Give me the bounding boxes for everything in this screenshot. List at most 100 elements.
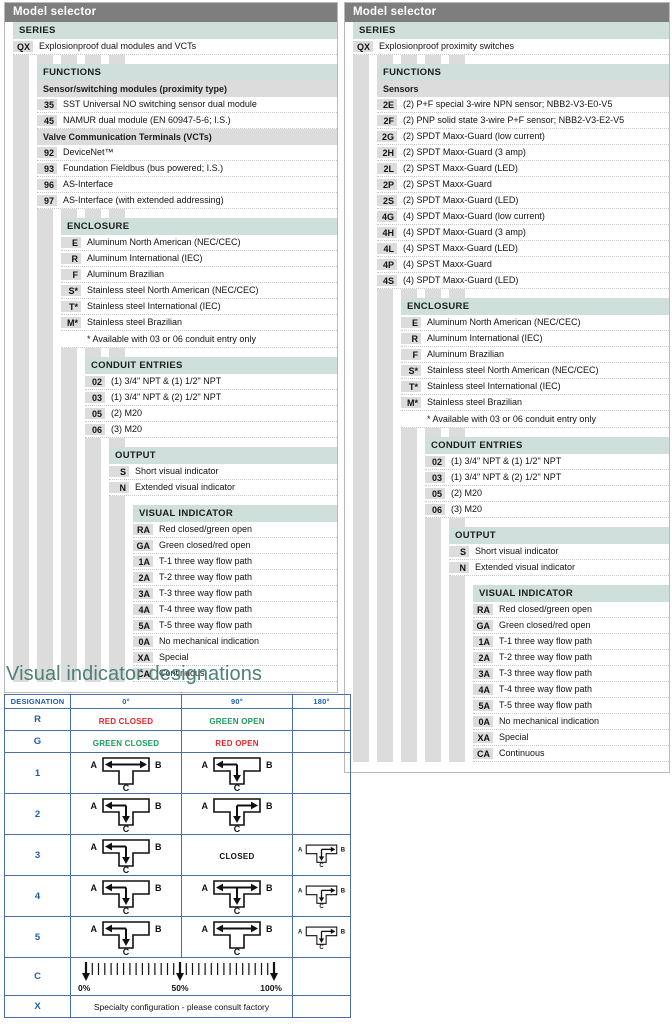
option-code: 4P [377,259,397,270]
designations-body: R RED CLOSED GREEN OPEN G GREEN CLOSED RED OP… [4,708,351,1018]
option-row[interactable]: M* Stainless steel Brazilian [401,395,669,411]
option-row[interactable]: 1A T-1 three way flow path [473,634,669,650]
section-conduit-entries: CONDUIT ENTRIES 02 (1) 3/4" NPT & (1) 1/2"… [425,437,669,518]
option-row[interactable]: 3A T-3 three way flow path [473,666,669,682]
designation-cell: A B C [181,793,293,835]
section-enclosure: ENCLOSURE E Aluminum North American (NEC/C… [61,218,337,348]
group-subheader: Sensor/switching modules (proximity type… [37,81,337,97]
option-row[interactable]: 35 SST Universal NO switching sensor dual… [37,97,337,113]
option-row[interactable]: 02 (1) 3/4" NPT & (1) 1/2" NPT [85,374,337,390]
option-row[interactable]: S* Stainless steel North American (NEC/CE… [401,363,669,379]
option-row[interactable]: E Aluminum North American (NEC/CEC) [401,315,669,331]
option-row[interactable]: 3A T-3 three way flow path [133,586,337,602]
option-row[interactable]: T* Stainless steel International (IEC) [61,299,337,315]
option-row[interactable]: GA Green closed/red open [473,618,669,634]
option-row[interactable]: 2S (2) SPDT Maxx-Guard (LED) [377,193,669,209]
option-row[interactable]: 2G (2) SPDT Maxx-Guard (low current) [377,129,669,145]
option-code: 05 [425,488,445,499]
option-row[interactable]: 05 (2) M20 [425,486,669,502]
section-header-visual-indicator: VISUAL INDICATOR [473,585,669,602]
option-row[interactable]: 03 (1) 3/4" NPT & (2) 1/2" NPT [85,390,337,406]
option-code: 06 [425,504,445,515]
svg-text:A: A [202,883,209,893]
option-row[interactable]: 2L (2) SPST Maxx-Guard (LED) [377,161,669,177]
option-row[interactable]: 4S (4) SPDT Maxx-Guard (LED) [377,273,669,289]
designation-row: X Specialty configuration - please consul… [4,995,351,1018]
option-row[interactable]: 4A T-4 three way flow path [473,682,669,698]
option-row[interactable]: 93 Foundation Fieldbus (bus powered; I.S.… [37,161,337,177]
option-code: T* [401,381,421,392]
option-description: Short visual indicator [135,466,219,476]
option-row[interactable]: 45 NAMUR dual module (EN 60947-5-6; I.S.) [37,113,337,129]
option-row[interactable]: S Short visual indicator [449,544,669,560]
option-description: (4) SPST Maxx-Guard (LED) [403,243,518,253]
option-row[interactable]: 2E (2) P+F special 3-wire NPN sensor; NBB… [377,97,669,113]
option-row[interactable]: T* Stainless steel International (IEC) [401,379,669,395]
option-row[interactable]: CA Continuous [473,746,669,762]
option-row[interactable]: 03 (1) 3/4" NPT & (2) 1/2" NPT [425,470,669,486]
option-row[interactable]: 2A T-2 three way flow path [133,570,337,586]
designation-row: 3 A B C CLOSED A B C [4,834,351,876]
option-row[interactable]: R Aluminum International (IEC) [61,251,337,267]
option-row[interactable]: 4A T-4 three way flow path [133,602,337,618]
option-code: 96 [37,179,57,190]
option-row[interactable]: N Extended visual indicator [449,560,669,576]
option-row[interactable]: 2H (2) SPDT Maxx-Guard (3 amp) [377,145,669,161]
option-code: N [109,482,129,493]
option-row[interactable]: E Aluminum North American (NEC/CEC) [61,235,337,251]
option-row[interactable]: S* Stainless steel North American (NEC/CE… [61,283,337,299]
designation-code: X [4,995,71,1018]
designation-row: 4 A B C A B C A B C [4,875,351,917]
option-row[interactable]: 4L (4) SPST Maxx-Guard (LED) [377,241,669,257]
option-row[interactable]: GA Green closed/red open [133,538,337,554]
option-row[interactable]: 05 (2) M20 [85,406,337,422]
option-row[interactable]: 2A T-2 three way flow path [473,650,669,666]
svg-text:C: C [123,865,130,874]
svg-text:C: C [123,947,130,956]
option-row[interactable]: F Aluminum Brazilian [61,267,337,283]
option-row[interactable]: 92 DeviceNet™ [37,145,337,161]
option-row[interactable]: XA Special [473,730,669,746]
option-row[interactable]: N Extended visual indicator [109,480,337,496]
option-row[interactable]: 0A No mechanical indication [133,634,337,650]
option-description: Red closed/green open [499,604,593,614]
designations-table: DESIGNATION 0° 90° 180° R RED CLOSED GREEN OP… [4,694,351,1018]
option-description: Continuous [499,748,545,758]
option-row[interactable]: 4G (4) SPDT Maxx-Guard (low current) [377,209,669,225]
option-row[interactable]: QX Explosionproof proximity switches [353,39,669,55]
designation-row: 5 A B C A B C A B C [4,916,351,958]
option-code: 2A [473,652,493,663]
svg-text:100%: 100% [260,983,282,993]
option-code: E [401,317,421,328]
designation-cell: A B C [292,916,351,958]
option-row[interactable]: RA Red closed/green open [473,602,669,618]
option-row[interactable]: 5A T-5 three way flow path [473,698,669,714]
flow-path-diagram: A B C [71,918,181,956]
option-row[interactable]: 06 (3) M20 [85,422,337,438]
option-row[interactable]: M* Stainless steel Brazilian [61,315,337,331]
option-row[interactable]: 06 (3) M20 [425,502,669,518]
option-row[interactable]: 5A T-5 three way flow path [133,618,337,634]
option-row[interactable]: QX Explosionproof dual modules and VCTs [13,39,337,55]
designations-header-row: DESIGNATION 0° 90° 180° [4,694,351,709]
indent-spine [353,22,369,762]
state-label: GREEN CLOSED [92,738,160,748]
option-row[interactable]: R Aluminum International (IEC) [401,331,669,347]
option-row[interactable]: RA Red closed/green open [133,522,337,538]
option-row[interactable]: 97 AS-Interface (with extended addressing… [37,193,337,209]
option-code: 2H [377,147,397,158]
option-description: (3) M20 [111,424,143,434]
option-row[interactable]: 2P (2) SPST Maxx-Guard [377,177,669,193]
option-row[interactable]: 4H (4) SPDT Maxx-Guard (3 amp) [377,225,669,241]
option-code: 2A [133,572,153,583]
option-row[interactable]: F Aluminum Brazilian [401,347,669,363]
option-row[interactable]: 02 (1) 3/4" NPT & (1) 1/2" NPT [425,454,669,470]
option-row[interactable]: S Short visual indicator [109,464,337,480]
option-row[interactable]: 96 AS-Interface [37,177,337,193]
option-row[interactable]: 1A T-1 three way flow path [133,554,337,570]
option-description: (1) 3/4" NPT & (1) 1/2" NPT [451,456,562,466]
option-description: (4) SPDT Maxx-Guard (low current) [403,211,545,221]
option-row[interactable]: 0A No mechanical indication [473,714,669,730]
option-row[interactable]: 4P (4) SPST Maxx-Guard [377,257,669,273]
option-row[interactable]: 2F (2) PNP solid state 3-wire P+F sensor;… [377,113,669,129]
